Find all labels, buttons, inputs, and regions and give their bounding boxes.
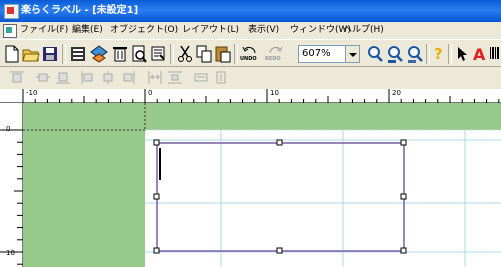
layer-icon[interactable] bbox=[90, 44, 108, 64]
redo-label: REDO bbox=[265, 56, 281, 62]
menu-object[interactable]: オブジェクト(O) bbox=[110, 24, 178, 37]
align-right-icon bbox=[121, 71, 135, 84]
horizontal-ruler: -10 0 10 20 bbox=[0, 89, 501, 103]
distribute-horizontal-icon bbox=[148, 71, 162, 84]
ruler-label: 20 bbox=[392, 89, 401, 97]
undo-label: UNDO bbox=[240, 56, 257, 62]
zoom-all-icon[interactable] bbox=[386, 44, 404, 64]
text-tool-icon[interactable]: A bbox=[472, 44, 488, 64]
help-icon[interactable]: ? bbox=[432, 44, 446, 64]
zoom-page-icon[interactable] bbox=[406, 44, 424, 64]
align-bottom-icon bbox=[56, 71, 70, 84]
label-canvas[interactable]: 0 10 bbox=[0, 103, 501, 267]
undo-icon[interactable]: UNDO bbox=[240, 44, 260, 64]
open-folder-icon[interactable] bbox=[22, 44, 40, 64]
vertical-ruler: 0 10 bbox=[0, 103, 23, 267]
print-preview-icon[interactable] bbox=[131, 44, 147, 64]
menu-window[interactable]: ウィンドウ(W) bbox=[290, 24, 351, 37]
redo-icon: REDO bbox=[265, 44, 285, 64]
align-middle-icon bbox=[36, 71, 50, 84]
barcode-icon[interactable] bbox=[489, 44, 501, 64]
same-width-icon bbox=[194, 71, 208, 84]
copy-icon[interactable] bbox=[196, 44, 212, 64]
menu-edit[interactable]: 編集(E) bbox=[72, 24, 103, 37]
menu-help[interactable]: ヘルプ(H) bbox=[343, 24, 384, 37]
bin-icon[interactable] bbox=[112, 44, 128, 64]
window-title: 楽らくラベル - [未設定1] bbox=[21, 5, 139, 16]
zoom-dropdown-button[interactable] bbox=[346, 45, 360, 63]
pointer-icon[interactable] bbox=[455, 44, 469, 64]
svg-text:A: A bbox=[473, 45, 486, 64]
zoom-input[interactable]: 607% bbox=[298, 45, 346, 63]
align-left-icon bbox=[81, 71, 95, 84]
align-top-icon bbox=[10, 71, 24, 84]
cut-icon[interactable] bbox=[177, 44, 193, 64]
menu-layout[interactable]: レイアウト(L) bbox=[182, 24, 239, 37]
template-icon[interactable] bbox=[150, 44, 166, 64]
title-bar[interactable]: 楽らくラベル - [未設定1] bbox=[0, 0, 501, 22]
menu-view[interactable]: 表示(V) bbox=[248, 24, 279, 37]
ruler-label: 10 bbox=[270, 89, 279, 97]
menu-bar: ファイル(F) 編集(E) オブジェクト(O) レイアウト(L) 表示(V) ウ… bbox=[0, 22, 501, 39]
distribute-vertical-icon bbox=[168, 71, 182, 84]
text-object-selection[interactable] bbox=[150, 138, 412, 257]
align-center-icon bbox=[101, 71, 115, 84]
save-icon[interactable] bbox=[42, 44, 58, 64]
main-toolbar: UNDO REDO 607% ? A bbox=[0, 39, 501, 67]
same-height-icon bbox=[214, 71, 228, 84]
menu-file[interactable]: ファイル(F) bbox=[20, 24, 68, 37]
new-file-icon[interactable] bbox=[4, 44, 20, 64]
ruler-label: 0 bbox=[148, 89, 153, 97]
app-icon[interactable] bbox=[4, 4, 19, 19]
ruler-label: -10 bbox=[26, 89, 38, 97]
ruler-label: 0 bbox=[6, 125, 11, 133]
svg-text:?: ? bbox=[434, 45, 443, 63]
print-setup-icon[interactable] bbox=[70, 44, 86, 64]
alignment-toolbar bbox=[0, 67, 501, 89]
ruler-label: 10 bbox=[6, 249, 15, 257]
document-icon[interactable] bbox=[3, 24, 17, 38]
paste-icon[interactable] bbox=[215, 44, 231, 64]
zoom-icon[interactable] bbox=[366, 44, 384, 64]
